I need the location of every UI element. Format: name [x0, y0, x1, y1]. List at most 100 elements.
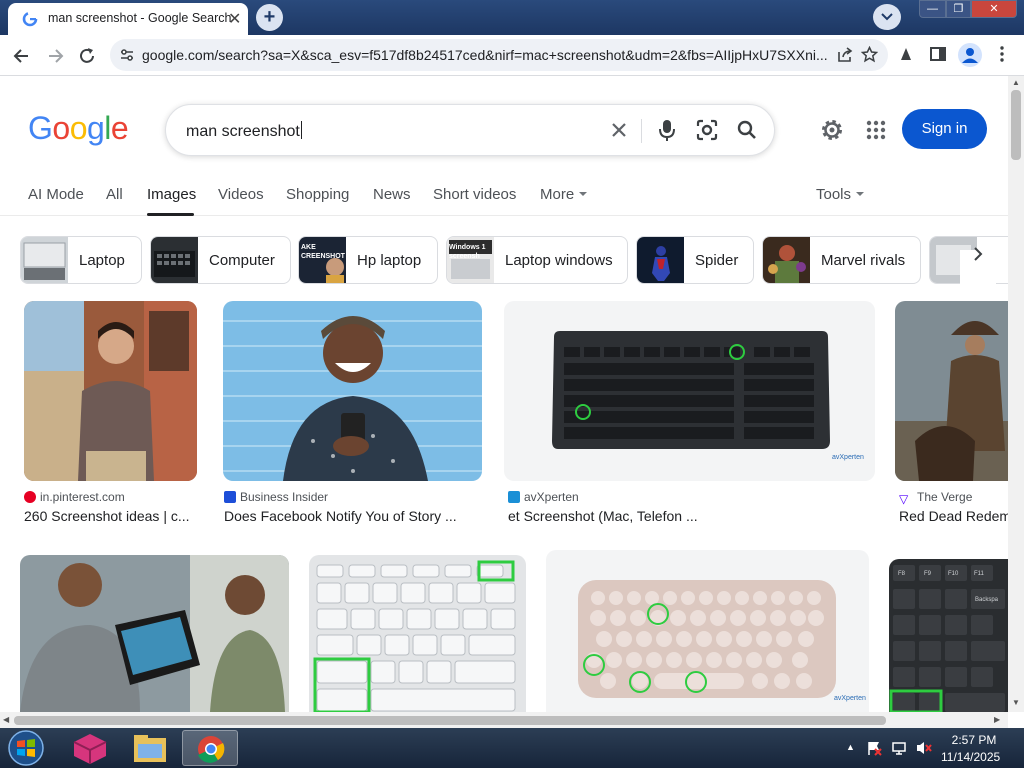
chevron-down-icon [881, 13, 893, 21]
pinterest-icon [24, 491, 36, 503]
result-source[interactable]: ▽ The Verge [899, 490, 972, 506]
bookmark-star-icon[interactable] [861, 46, 878, 63]
clear-icon[interactable] [609, 120, 629, 140]
tab-videos[interactable]: Videos [218, 186, 264, 203]
search-divider [641, 119, 642, 143]
result-source[interactable]: Business Insider [224, 490, 328, 504]
google-apps-grid-icon[interactable] [866, 120, 886, 140]
logo-letter: G [28, 110, 53, 146]
volume-muted-icon[interactable] [915, 740, 933, 756]
related-search-chip[interactable]: Computer [150, 236, 291, 284]
result-source-name: in.pinterest.com [40, 490, 125, 504]
side-panel-icon[interactable] [929, 45, 947, 63]
result-title[interactable]: et Screenshot (Mac, Telefon ... [508, 508, 878, 524]
window-minimize-button[interactable]: — [919, 0, 946, 18]
action-center-flag-icon[interactable] [866, 740, 882, 756]
voice-search-mic-icon[interactable] [658, 118, 676, 142]
search-results-page: Google man screenshot Sign in AI Mode Al… [0, 76, 1008, 712]
sign-in-button[interactable]: Sign in [902, 109, 987, 149]
clock-date[interactable]: 11/14/2025 [941, 750, 1000, 764]
window-restore-button[interactable]: ❐ [946, 0, 971, 18]
profile-avatar-icon[interactable] [958, 43, 982, 67]
forward-arrow-icon[interactable] [44, 45, 66, 67]
tab-images[interactable]: Images [147, 186, 196, 203]
browser-menu-icon[interactable] [995, 45, 1009, 63]
result-title[interactable]: Does Facebook Notify You of Story ... [224, 508, 484, 524]
chips-next-button[interactable] [960, 247, 996, 286]
related-search-chip[interactable]: AKE CREENSHOT Hp laptop [298, 236, 438, 284]
extensions-icon[interactable] [897, 45, 915, 63]
site-info-icon[interactable] [120, 48, 134, 62]
network-icon[interactable] [891, 740, 907, 756]
related-search-chip[interactable]: Marvel rivals [762, 236, 921, 284]
chip-label: Marvel rivals [821, 252, 906, 269]
chip-thumbnail-text: Windows 1 [449, 244, 486, 251]
taskbar-chrome-button[interactable] [182, 730, 238, 766]
tab-news[interactable]: News [373, 186, 411, 203]
result-image[interactable] [223, 301, 482, 481]
result-image[interactable] [20, 555, 289, 712]
horizontal-scrollbar[interactable]: ◀ ▶ [0, 712, 1008, 728]
related-search-chip[interactable]: Spider [636, 236, 754, 284]
reload-icon[interactable] [76, 45, 98, 67]
tab-ai-mode[interactable]: AI Mode [28, 186, 84, 203]
search-input[interactable]: man screenshot [186, 121, 302, 141]
back-arrow-icon[interactable] [11, 45, 33, 67]
clock-time[interactable]: 2:57 PM [946, 733, 1002, 747]
new-tab-button[interactable]: + [256, 4, 283, 31]
chip-thumbnail-text: CREENSHOT [301, 253, 346, 260]
scroll-up-arrow-icon[interactable]: ▲ [1012, 78, 1020, 87]
logo-letter: g [86, 110, 105, 146]
tab-short-videos[interactable]: Short videos [433, 186, 516, 203]
taskbar-app-icon[interactable] [62, 730, 118, 766]
tab-shopping[interactable]: Shopping [286, 186, 349, 203]
address-bar[interactable]: google.com/search?sa=X&sca_esv=f517df8b2… [110, 39, 888, 71]
vertical-scrollbar[interactable]: ▲ ▼ [1008, 76, 1024, 712]
window-close-button[interactable]: ✕ [971, 0, 1017, 18]
keycap-label: F10 [948, 571, 959, 577]
keycap-label: F8 [898, 571, 906, 577]
show-hidden-icons-icon[interactable]: ▲ [846, 742, 855, 752]
file-explorer-icon[interactable] [122, 730, 178, 766]
caret-down-icon [579, 192, 588, 196]
browser-title-bar: man screenshot - Google Search ✕ + — ❐ ✕ [0, 0, 1024, 35]
windows-start-orb-icon[interactable] [6, 729, 46, 767]
vertical-scroll-thumb[interactable] [1011, 90, 1021, 160]
tools-button[interactable]: Tools [816, 186, 865, 203]
horizontal-scroll-thumb[interactable] [14, 716, 886, 725]
logo-letter: l [104, 110, 111, 146]
result-image[interactable] [895, 301, 1008, 481]
result-image[interactable] [309, 555, 526, 712]
result-image[interactable] [24, 301, 197, 481]
search-box[interactable]: man screenshot [165, 104, 775, 156]
result-source-name: Business Insider [240, 490, 329, 504]
result-title[interactable]: Red Dead Redem [899, 508, 1008, 524]
tab-all[interactable]: All [106, 186, 123, 203]
gear-icon[interactable] [820, 118, 844, 142]
scroll-down-arrow-icon[interactable]: ▼ [1012, 698, 1020, 707]
result-source[interactable]: avXperten [508, 490, 579, 504]
logo-letter: e [110, 110, 129, 146]
tab-more[interactable]: More [540, 186, 588, 203]
tab-search-button[interactable] [873, 4, 901, 30]
chip-label: Laptop [79, 252, 125, 269]
scroll-left-arrow-icon[interactable]: ◀ [3, 715, 9, 724]
chip-thumbnail [151, 237, 198, 283]
result-image[interactable]: avXperten [504, 301, 875, 481]
related-search-chip[interactable]: Windows 1 screensh Laptop windows [446, 236, 628, 284]
browser-tab[interactable]: man screenshot - Google Search ✕ [8, 3, 248, 35]
related-search-chip[interactable]: Laptop [20, 236, 142, 284]
result-image[interactable]: avXperten [546, 550, 869, 712]
google-lens-icon[interactable] [696, 119, 718, 141]
google-logo[interactable]: Google [28, 110, 129, 147]
result-title[interactable]: 260 Screenshot ideas | c... [24, 508, 204, 524]
search-icon[interactable] [736, 119, 758, 141]
result-image[interactable]: F8 F9 F10 F11 Backspa [889, 559, 1008, 712]
the-verge-icon: ▽ [899, 492, 909, 506]
chip-thumbnail: Windows 1 screensh [447, 237, 494, 283]
share-icon[interactable] [837, 47, 853, 63]
scroll-right-arrow-icon[interactable]: ▶ [994, 715, 1000, 724]
result-source[interactable]: in.pinterest.com [24, 490, 125, 504]
avxperten-icon [508, 491, 520, 503]
tab-close-icon[interactable]: ✕ [228, 9, 241, 29]
